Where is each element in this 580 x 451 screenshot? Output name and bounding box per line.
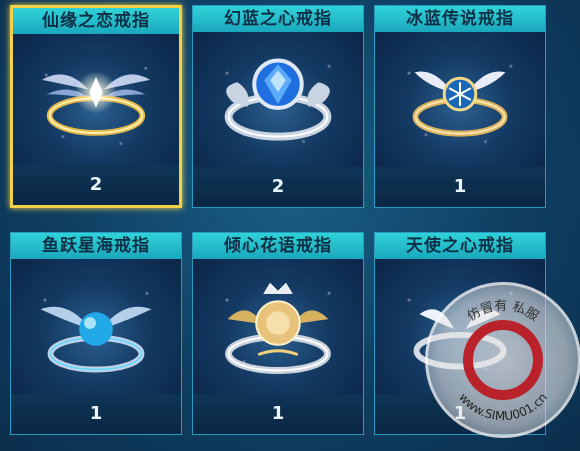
svg-text:仿冒有 私服: 仿冒有 私服 <box>465 299 541 325</box>
ring-title: 倾心花语戒指 <box>193 233 363 259</box>
ring-card-qingxin[interactable]: 倾心花语戒指 1 <box>192 232 364 435</box>
ring-art <box>375 32 545 169</box>
svg-text:www.SIMU001.cn: www.SIMU001.cn <box>456 390 550 423</box>
ring-count: 1 <box>193 394 363 434</box>
rose-crown-ring-icon <box>225 282 331 374</box>
ring-card-binglan[interactable]: 冰蓝传说戒指 1 <box>374 5 546 208</box>
ring-count: 2 <box>13 165 179 205</box>
ring-card-xianyuan[interactable]: 仙缘之恋戒指 2 <box>10 5 182 208</box>
ring-art <box>13 34 179 171</box>
snowflake-ring-icon <box>412 71 508 137</box>
ring-title: 鱼跃星海戒指 <box>11 233 181 259</box>
ring-art <box>193 259 363 396</box>
ring-card-yuyue[interactable]: 鱼跃星海戒指 1 <box>10 232 182 435</box>
ring-count: 1 <box>11 394 181 434</box>
ring-art <box>11 259 181 396</box>
watermark-circle-text: 仿冒有 私服 www.SIMU001.cn <box>456 299 550 423</box>
watermark-stamp: 仿冒有 私服 www.SIMU001.cn <box>425 282 580 438</box>
ring-art <box>193 32 363 169</box>
blue-gem-ring-icon <box>224 58 332 141</box>
ring-title: 仙缘之恋戒指 <box>13 8 179 34</box>
ring-count: 2 <box>193 167 363 207</box>
ring-card-huanlan[interactable]: 幻蓝之心戒指 2 <box>192 5 364 208</box>
blue-orb-winged-ring-icon <box>40 306 152 373</box>
ring-count: 1 <box>375 167 545 207</box>
ring-title: 冰蓝传说戒指 <box>375 6 545 32</box>
gold-winged-ring-icon <box>41 71 151 136</box>
ring-title: 天使之心戒指 <box>375 233 545 259</box>
ring-title: 幻蓝之心戒指 <box>193 6 363 32</box>
